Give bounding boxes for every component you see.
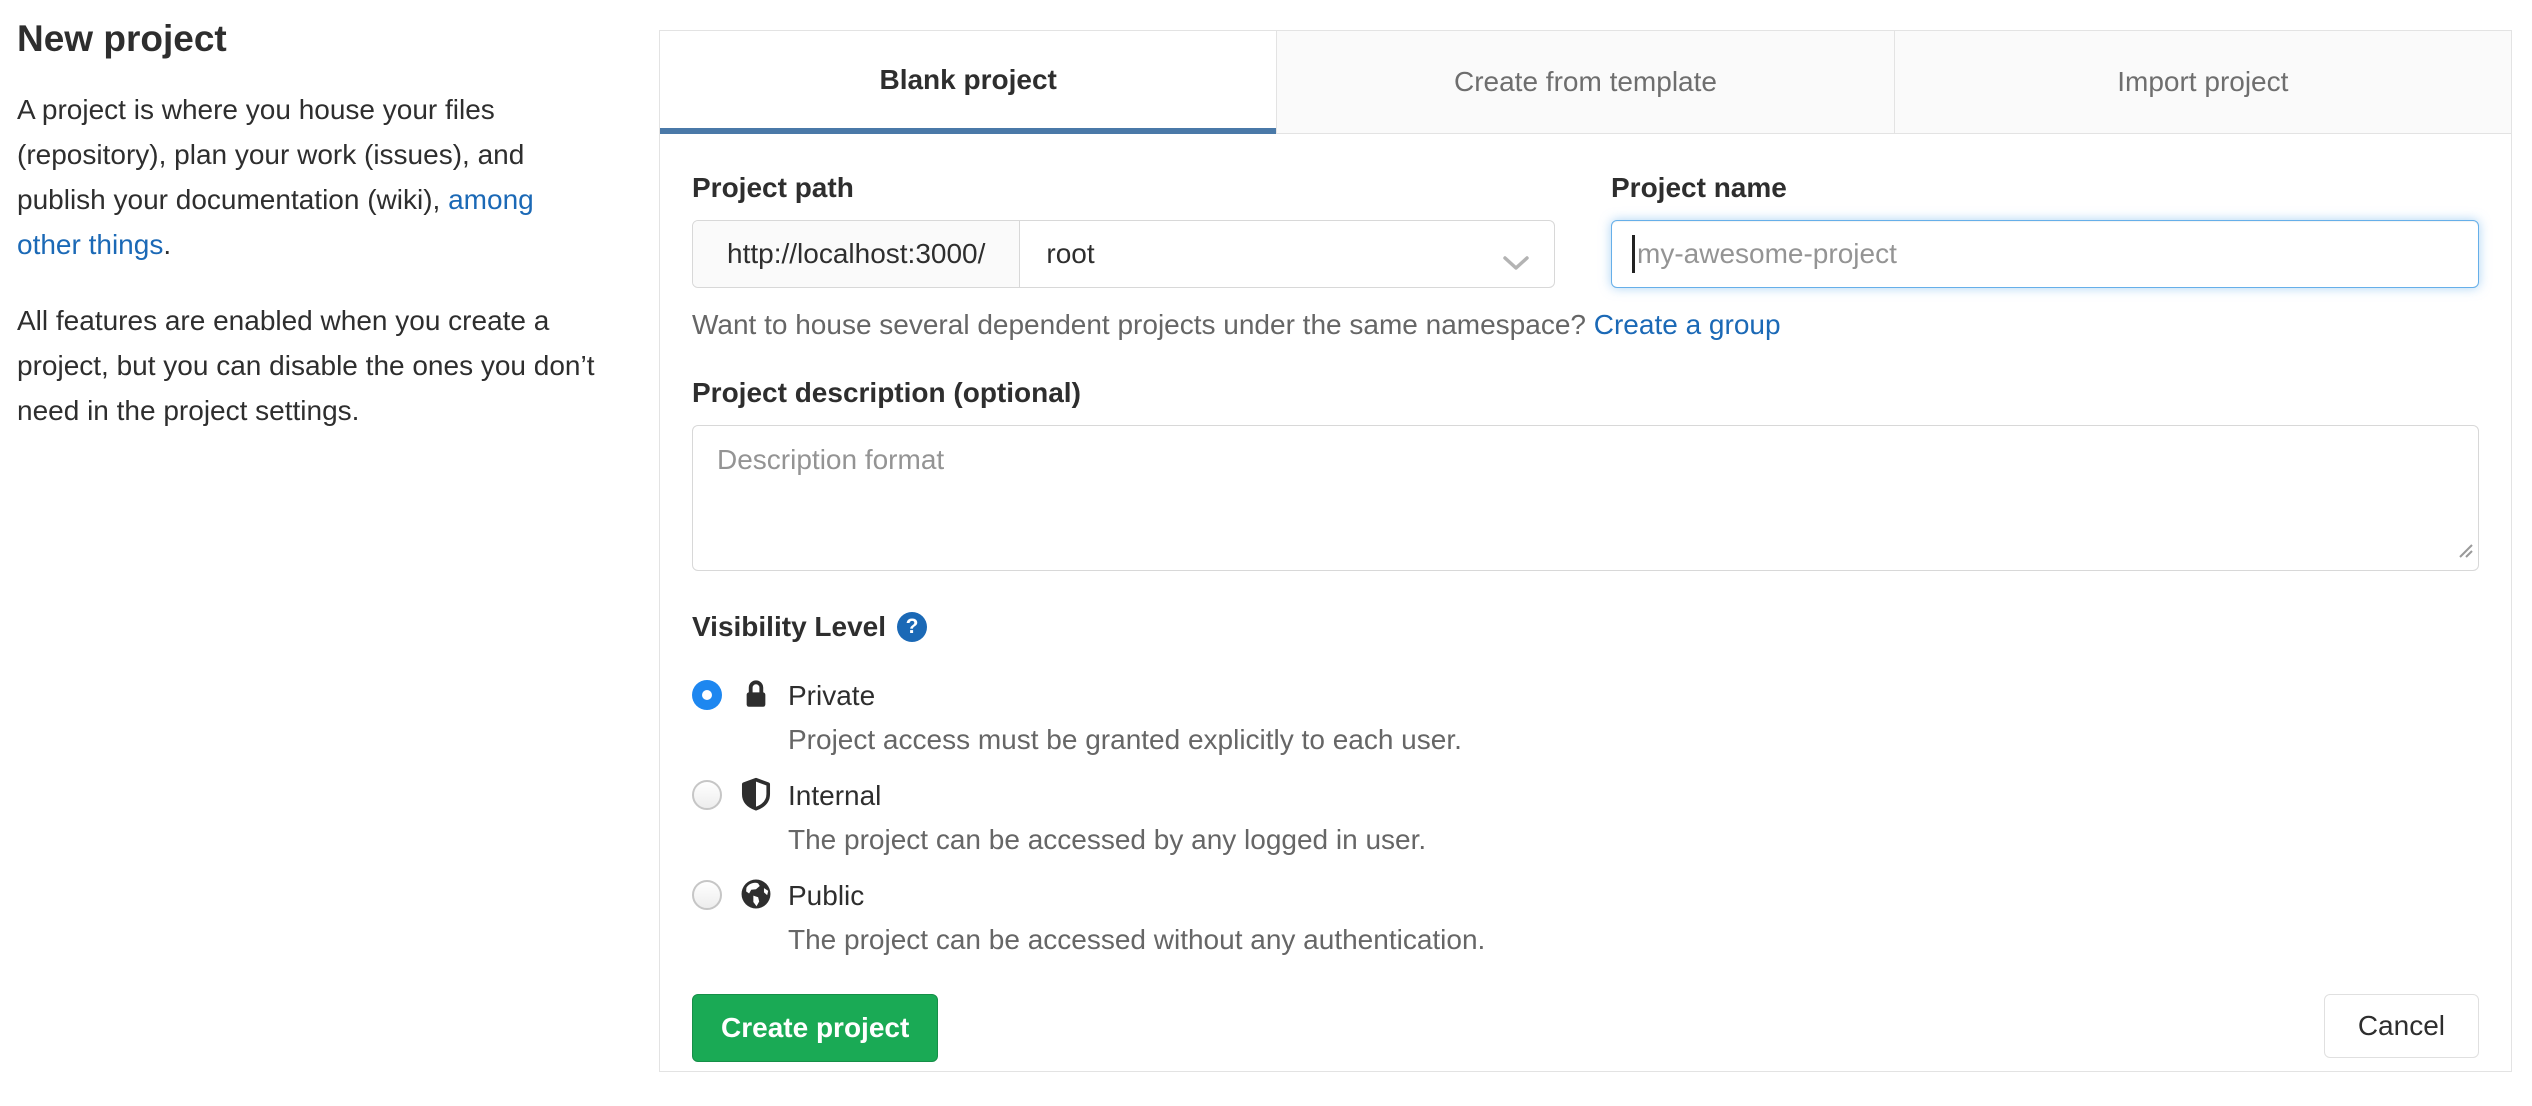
visibility-options: Private Project access must be granted e… [692, 675, 2479, 962]
cancel-button[interactable]: Cancel [2323, 994, 2479, 1058]
text-cursor [1632, 235, 1635, 273]
form-actions: Create project Cancel [692, 994, 2479, 1062]
visibility-option-description: The project can be accessed without any … [788, 924, 1486, 955]
intro-paragraph: A project is where you house your files … [17, 94, 534, 260]
help-icon[interactable]: ? [897, 612, 928, 642]
tab-import-project[interactable]: Import project [1894, 31, 2511, 134]
project-path-input-group: http://localhost:3000/ root [692, 220, 1555, 288]
new-project-panel: Blank project Create from template Impor… [659, 30, 2512, 1072]
globe-icon [739, 877, 773, 916]
project-type-tabs: Blank project Create from template Impor… [660, 31, 2511, 134]
public-radio[interactable] [692, 880, 722, 910]
namespace-select[interactable]: root [1020, 221, 1554, 287]
shield-icon [739, 777, 773, 816]
resize-handle[interactable] [2456, 534, 2474, 566]
visibility-option-name[interactable]: Private [788, 675, 2479, 717]
visibility-option-public: Public The project can be accessed witho… [692, 875, 2479, 962]
tab-blank-project[interactable]: Blank project [660, 31, 1277, 134]
visibility-option-private: Private Project access must be granted e… [692, 675, 2479, 762]
visibility-option-name[interactable]: Public [788, 875, 2479, 917]
visibility-option-internal: Internal The project can be accessed by … [692, 775, 2479, 862]
visibility-option-description: Project access must be granted explicitl… [788, 724, 1462, 755]
visibility-level-label: Visibility Level ? [692, 611, 2479, 643]
private-radio[interactable] [692, 680, 722, 710]
internal-radio[interactable] [692, 780, 722, 810]
project-description-label: Project description (optional) [692, 377, 1081, 408]
visibility-option-name[interactable]: Internal [788, 775, 2479, 817]
project-description-textarea[interactable]: Description format [692, 425, 2479, 571]
visibility-option-description: The project can be accessed by any logge… [788, 824, 1427, 855]
chevron-down-icon [1502, 246, 1530, 278]
blank-project-form: Project path http://localhost:3000/ root… [660, 172, 2511, 1062]
create-a-group-link[interactable]: Create a group [1594, 309, 1781, 340]
lock-icon [739, 677, 773, 716]
page-title: New project [17, 18, 227, 59]
create-project-button[interactable]: Create project [692, 994, 939, 1062]
project-path-label: Project path [692, 172, 854, 203]
project-name-label: Project name [1611, 172, 1787, 203]
project-name-input[interactable]: my-awesome-project [1611, 220, 2479, 288]
tab-create-from-template[interactable]: Create from template [1276, 31, 1895, 134]
new-project-sidebar: New project A project is where you house… [17, 18, 595, 464]
features-paragraph: All features are enabled when you create… [17, 305, 595, 426]
namespace-helper-text: Want to house several dependent projects… [692, 309, 1781, 340]
url-prefix: http://localhost:3000/ [693, 221, 1021, 287]
